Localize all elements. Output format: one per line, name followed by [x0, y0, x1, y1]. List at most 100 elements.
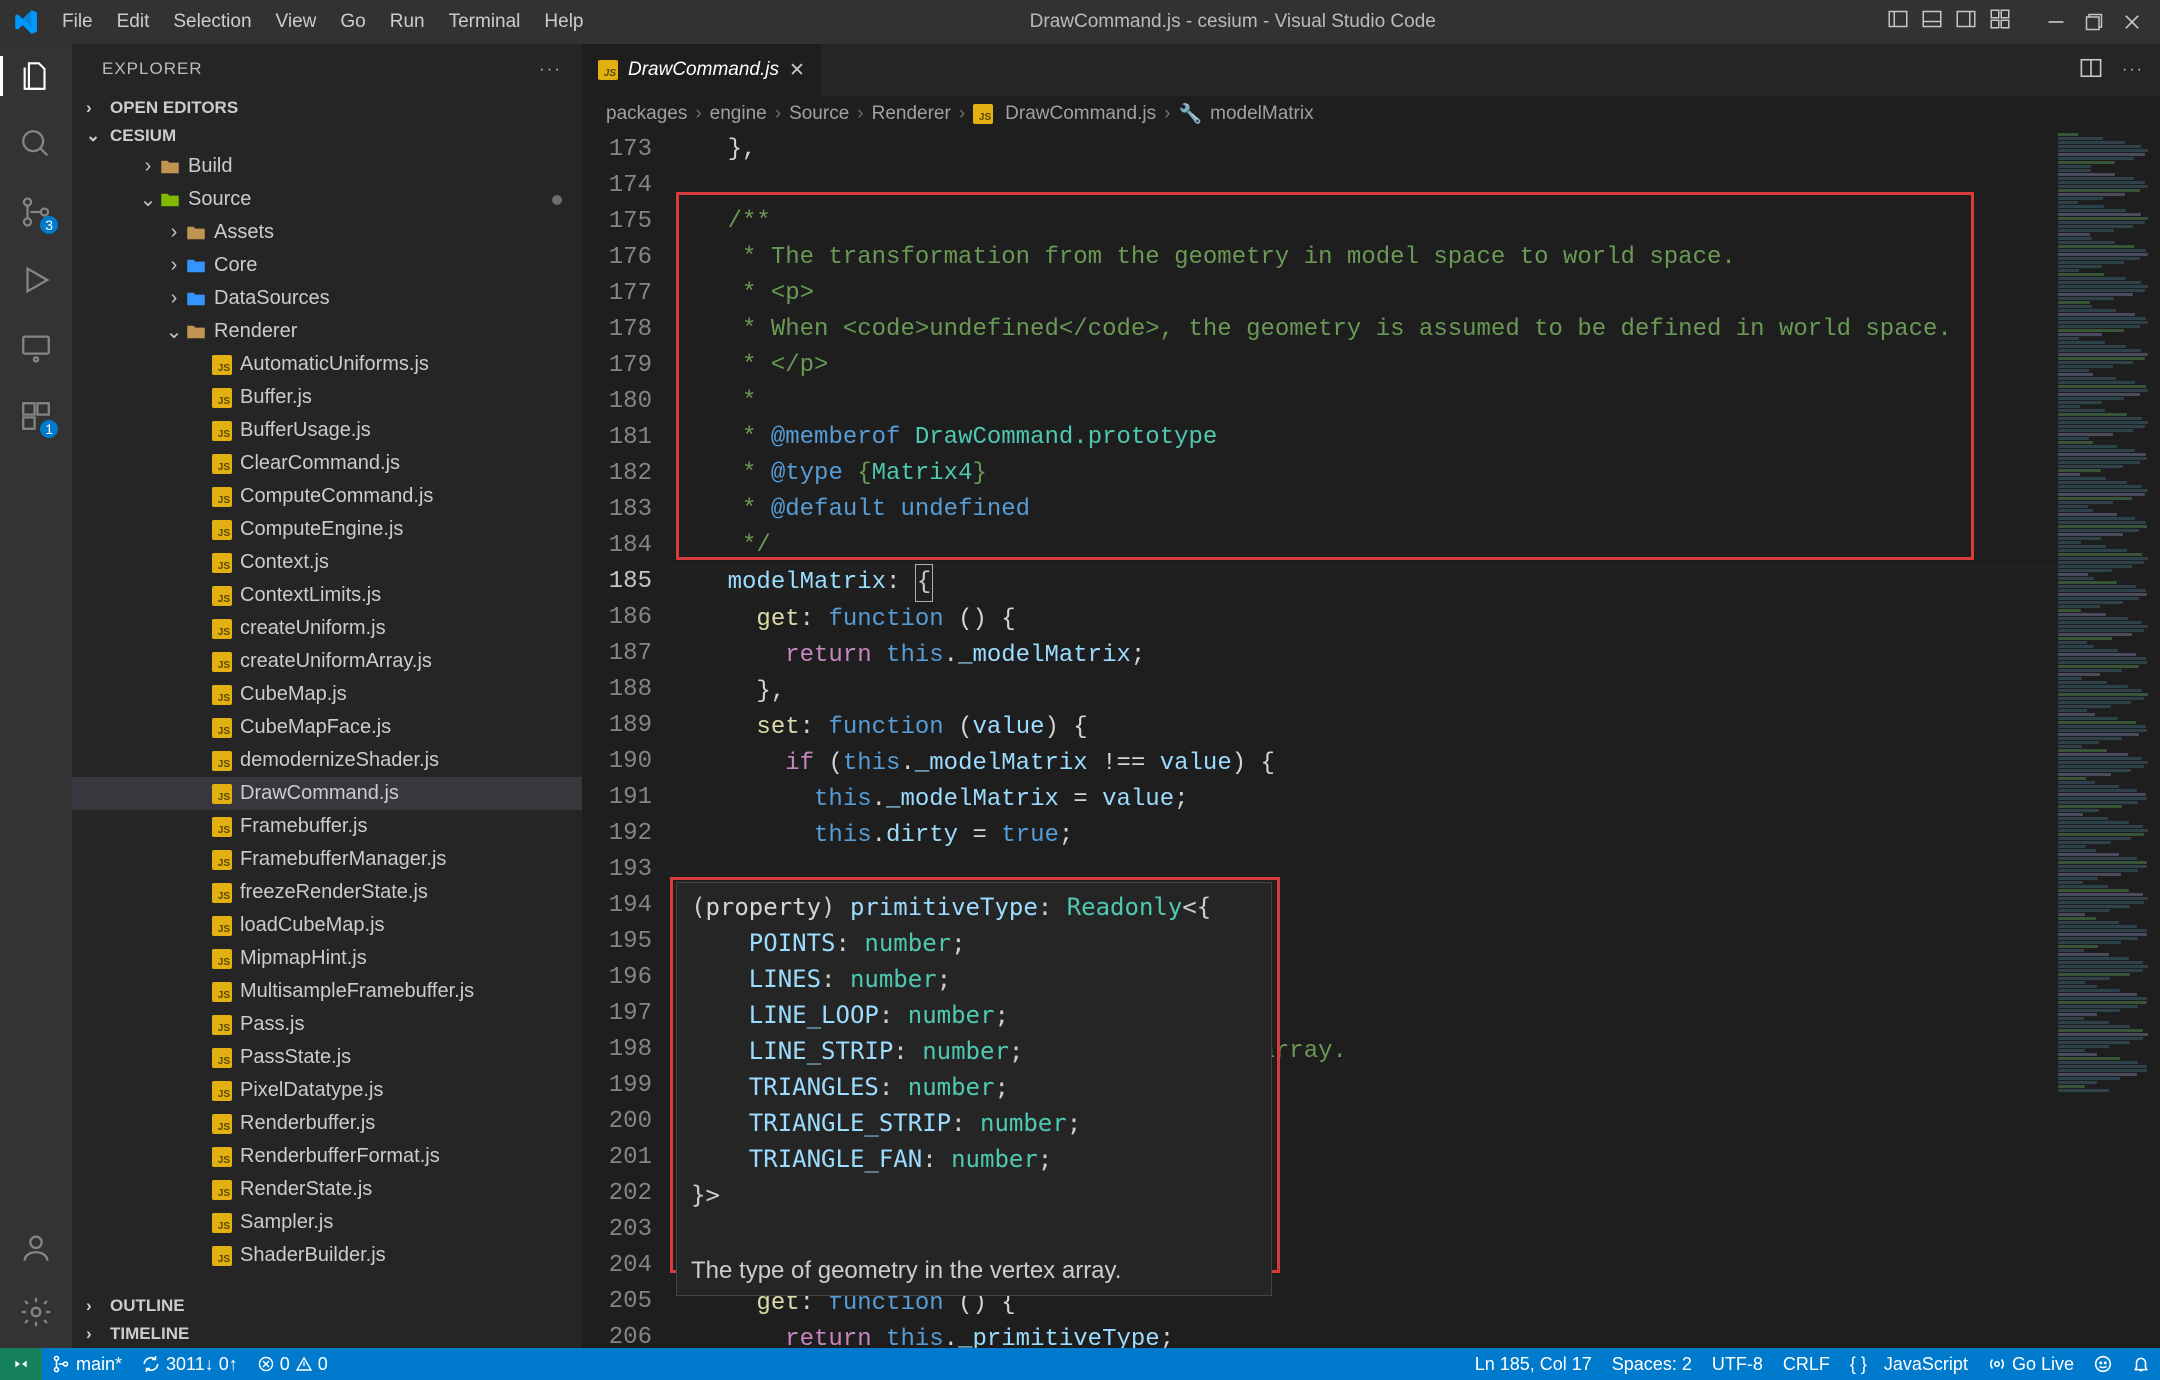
activity-extensions-icon[interactable]: 1 — [16, 396, 56, 436]
activity-scm-icon[interactable]: 3 — [16, 192, 56, 232]
tree-item-label: ContextLimits.js — [240, 584, 381, 607]
file-row[interactable]: JScreateUniformArray.js — [72, 645, 582, 678]
activity-search-icon[interactable] — [16, 124, 56, 164]
activity-explorer-icon[interactable] — [16, 56, 56, 96]
symbol-icon: 🔧 — [1178, 102, 1202, 126]
file-row[interactable]: JSPass.js — [72, 1008, 582, 1041]
split-editor-icon[interactable] — [2080, 57, 2102, 84]
file-row[interactable]: JSFramebufferManager.js — [72, 843, 582, 876]
js-file-icon: JS — [210, 1048, 234, 1068]
breadcrumb[interactable]: packages› engine› Source› Renderer› JS D… — [582, 96, 2160, 132]
file-row[interactable]: JSSampler.js — [72, 1206, 582, 1239]
crumb[interactable]: Renderer — [872, 103, 951, 125]
folder-row[interactable]: ›Core — [72, 249, 582, 282]
close-icon[interactable] — [2122, 12, 2142, 32]
status-language[interactable]: { } JavaScript — [1840, 1348, 1978, 1380]
folder-row[interactable]: ›DataSources — [72, 282, 582, 315]
file-row[interactable]: JSMultisampleFramebuffer.js — [72, 975, 582, 1008]
code-editor[interactable]: 1731741751761771781791801811821831841851… — [582, 132, 2160, 1348]
folder-icon — [184, 256, 208, 276]
section-workspace[interactable]: ⌄CESIUM — [72, 122, 582, 150]
js-file-icon: JS — [210, 553, 234, 573]
js-file-icon: JS — [210, 1081, 234, 1101]
remote-indicator[interactable] — [0, 1348, 42, 1380]
menu-help[interactable]: Help — [532, 11, 595, 33]
file-row[interactable]: JSPassState.js — [72, 1041, 582, 1074]
status-branch[interactable]: main* — [42, 1348, 132, 1380]
tree-item-label: Context.js — [240, 551, 329, 574]
crumb[interactable]: modelMatrix — [1210, 103, 1313, 125]
crumb[interactable]: Source — [789, 103, 849, 125]
toggle-primary-sidebar-icon[interactable] — [1888, 9, 1908, 35]
minimap[interactable] — [2056, 132, 2160, 1348]
menu-run[interactable]: Run — [378, 11, 437, 33]
minimize-icon[interactable] — [2046, 12, 2066, 32]
tab-close-icon[interactable]: ✕ — [789, 59, 805, 82]
file-row[interactable]: JSRenderbuffer.js — [72, 1107, 582, 1140]
sidebar-header: EXPLORER ··· — [72, 44, 582, 94]
folder-row[interactable]: ›Assets — [72, 216, 582, 249]
status-eol[interactable]: CRLF — [1773, 1348, 1840, 1380]
file-row[interactable]: JSloadCubeMap.js — [72, 909, 582, 942]
menu-selection[interactable]: Selection — [161, 11, 263, 33]
menu-go[interactable]: Go — [328, 11, 377, 33]
code-content[interactable]: }, /** * The transformation from the geo… — [670, 132, 2056, 1348]
section-outline[interactable]: ›OUTLINE — [72, 1291, 582, 1320]
activity-run-icon[interactable] — [16, 260, 56, 300]
file-row[interactable]: JSBuffer.js — [72, 381, 582, 414]
activity-settings-icon[interactable] — [16, 1292, 56, 1332]
file-row[interactable]: JSfreezeRenderState.js — [72, 876, 582, 909]
section-open-editors[interactable]: ›OPEN EDITORS — [72, 94, 582, 122]
file-tree[interactable]: ›Build⌄Source›Assets›Core›DataSources⌄Re… — [72, 150, 582, 1291]
file-row[interactable]: JSRenderbufferFormat.js — [72, 1140, 582, 1173]
status-problems[interactable]: 0 0 — [248, 1348, 338, 1380]
folder-row[interactable]: ⌄Source — [72, 183, 582, 216]
file-row[interactable]: JSAutomaticUniforms.js — [72, 348, 582, 381]
editor-more-icon[interactable]: ··· — [2122, 61, 2144, 79]
menu-view[interactable]: View — [264, 11, 329, 33]
file-row[interactable]: JSCubeMap.js — [72, 678, 582, 711]
file-row[interactable]: JSCubeMapFace.js — [72, 711, 582, 744]
crumb[interactable]: packages — [606, 103, 687, 125]
folder-row[interactable]: ⌄Renderer — [72, 315, 582, 348]
chevron-icon: ⌄ — [164, 319, 184, 344]
file-row[interactable]: JSFramebuffer.js — [72, 810, 582, 843]
file-row[interactable]: JS Context.js — [72, 546, 582, 579]
menu-terminal[interactable]: Terminal — [437, 11, 533, 33]
crumb[interactable]: DrawCommand.js — [1005, 103, 1156, 125]
menu-edit[interactable]: Edit — [105, 11, 162, 33]
maximize-icon[interactable] — [2084, 12, 2104, 32]
file-row[interactable]: JSShaderBuilder.js — [72, 1239, 582, 1272]
file-row[interactable]: JSRenderState.js — [72, 1173, 582, 1206]
tab-drawcommand[interactable]: JS DrawCommand.js ✕ — [582, 44, 822, 96]
activity-remote-icon[interactable] — [16, 328, 56, 368]
file-row[interactable]: JSBufferUsage.js — [72, 414, 582, 447]
menu-file[interactable]: File — [50, 11, 105, 33]
activity-account-icon[interactable] — [16, 1228, 56, 1268]
status-sync[interactable]: 3011↓ 0↑ — [132, 1348, 248, 1380]
status-position[interactable]: Ln 185, Col 17 — [1465, 1348, 1602, 1380]
status-encoding[interactable]: UTF-8 — [1702, 1348, 1773, 1380]
section-timeline[interactable]: ›TIMELINE — [72, 1320, 582, 1348]
sidebar-more-icon[interactable]: ··· — [539, 59, 562, 79]
file-row[interactable]: JScreateUniform.js — [72, 612, 582, 645]
file-row[interactable]: JSClearCommand.js — [72, 447, 582, 480]
status-bell-icon[interactable] — [2122, 1348, 2160, 1380]
toggle-secondary-sidebar-icon[interactable] — [1956, 9, 1976, 35]
file-row[interactable]: JSContextLimits.js — [72, 579, 582, 612]
status-indent[interactable]: Spaces: 2 — [1602, 1348, 1702, 1380]
file-row[interactable]: JSDrawCommand.js — [72, 777, 582, 810]
customize-layout-icon[interactable] — [1990, 9, 2010, 35]
tree-item-label: Framebuffer.js — [240, 815, 367, 838]
file-row[interactable]: JSComputeEngine.js — [72, 513, 582, 546]
crumb[interactable]: engine — [710, 103, 767, 125]
tree-item-label: FramebufferManager.js — [240, 848, 446, 871]
toggle-panel-icon[interactable] — [1922, 9, 1942, 35]
folder-row[interactable]: ›Build — [72, 150, 582, 183]
file-row[interactable]: JSComputeCommand.js — [72, 480, 582, 513]
file-row[interactable]: JSdemodernizeShader.js — [72, 744, 582, 777]
status-golive[interactable]: Go Live — [1978, 1348, 2084, 1380]
file-row[interactable]: JSMipmapHint.js — [72, 942, 582, 975]
file-row[interactable]: JSPixelDatatype.js — [72, 1074, 582, 1107]
status-feedback-icon[interactable] — [2084, 1348, 2122, 1380]
